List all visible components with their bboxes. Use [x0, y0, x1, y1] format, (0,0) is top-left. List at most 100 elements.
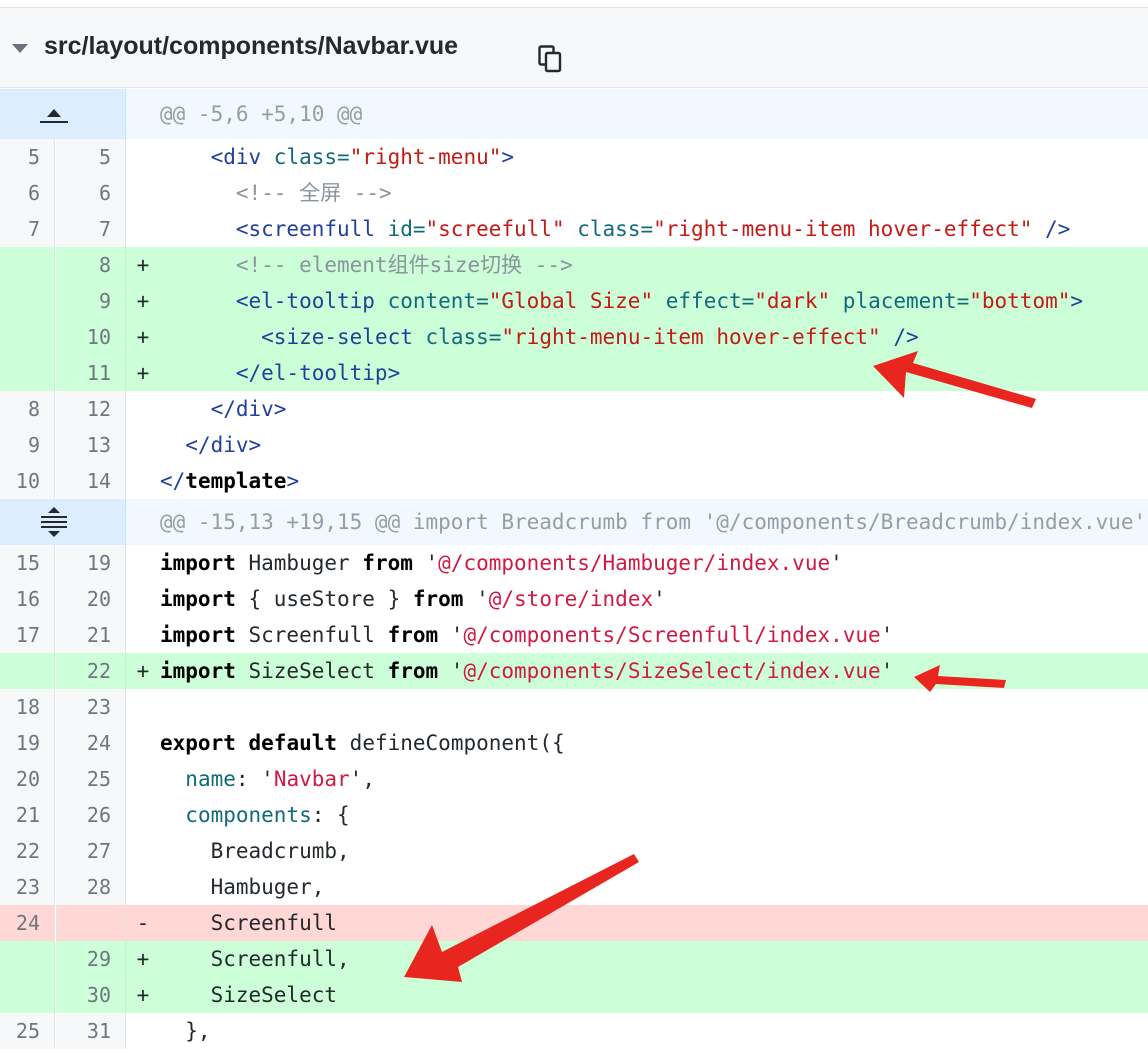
new-line-number[interactable]: 13 [56, 427, 126, 463]
code-line: + </el-tooltip> [126, 355, 1148, 391]
old-line-number[interactable]: 25 [0, 1013, 55, 1049]
expand-up-button[interactable] [0, 89, 126, 139]
addition-marker: + [136, 659, 150, 683]
old-line-number[interactable]: 17 [0, 617, 55, 653]
new-line-number[interactable] [56, 905, 126, 941]
diff-line: 24 - Screenfull [0, 905, 1148, 941]
new-line-number[interactable]: 11 [56, 355, 126, 391]
old-line-number[interactable]: 18 [0, 689, 55, 725]
code-token: }, [160, 1019, 211, 1043]
old-line-number[interactable] [0, 653, 55, 689]
diff-line: 25 31 }, [0, 1013, 1148, 1049]
expand-both-button[interactable] [0, 499, 126, 545]
new-line-number[interactable]: 26 [56, 797, 126, 833]
context-marker [126, 797, 160, 833]
new-line-number[interactable]: 22 [56, 653, 126, 689]
new-line-number[interactable]: 14 [56, 463, 126, 499]
old-line-number[interactable]: 19 [0, 725, 55, 761]
old-line-number[interactable]: 24 [0, 905, 55, 941]
code-token: from [362, 551, 413, 575]
new-line-number[interactable]: 27 [56, 833, 126, 869]
code-token: from [387, 659, 439, 683]
context-marker [126, 761, 160, 797]
old-line-number[interactable]: 9 [0, 427, 55, 463]
code-token: @/components/SizeSelect/index.vue [463, 659, 881, 683]
file-path[interactable]: src/layout/components/Navbar.vue [44, 32, 458, 61]
code-token: <!-- 全屏 --> [235, 181, 392, 205]
new-line-number[interactable]: 5 [56, 139, 126, 175]
caret-down-icon[interactable] [12, 44, 28, 53]
code-token: "right-menu-item hover-effect" [501, 325, 881, 349]
old-line-number[interactable]: 6 [0, 175, 55, 211]
top-border [0, 0, 1148, 8]
code-token: ' [880, 623, 894, 647]
context-marker [126, 211, 160, 247]
code-token: > [501, 145, 515, 169]
old-line-number[interactable]: 15 [0, 545, 55, 581]
deletion-marker: - [136, 911, 150, 935]
new-line-number[interactable]: 24 [56, 725, 126, 761]
code-token: { useStore } [235, 587, 413, 611]
old-line-number[interactable] [0, 977, 55, 1013]
new-line-number[interactable]: 19 [56, 545, 126, 581]
new-line-number[interactable]: 9 [56, 283, 126, 319]
code-line: </template> [126, 463, 1148, 499]
code-token: </el-tooltip> [235, 361, 401, 385]
code-line: }, [126, 1013, 1148, 1049]
code-line: + <!-- element组件size切换 --> [126, 247, 1148, 283]
code-line: import { useStore } from '@/store/index' [126, 581, 1148, 617]
code-token: </ [160, 469, 186, 493]
addition-marker: + [136, 947, 150, 971]
old-line-number[interactable]: 23 [0, 869, 55, 905]
old-line-number[interactable] [0, 941, 55, 977]
diff-line: 9 13 </div> [0, 427, 1148, 463]
diff-line: 19 24 export default defineComponent({ [0, 725, 1148, 761]
old-line-number[interactable]: 7 [0, 211, 55, 247]
old-line-number[interactable] [0, 319, 55, 355]
context-marker [126, 725, 160, 761]
copy-icon[interactable] [538, 45, 562, 73]
new-line-number[interactable]: 8 [56, 247, 126, 283]
old-line-number[interactable]: 8 [0, 391, 55, 427]
new-line-number[interactable]: 25 [56, 761, 126, 797]
context-marker [126, 833, 160, 869]
old-line-number[interactable]: 16 [0, 581, 55, 617]
diff-line: 30 + SizeSelect [0, 977, 1148, 1013]
new-line-number[interactable]: 28 [56, 869, 126, 905]
code-token: class= [273, 145, 350, 169]
new-line-number[interactable]: 10 [56, 319, 126, 355]
new-line-number[interactable]: 6 [56, 175, 126, 211]
diff-line: 8 + <!-- element组件size切换 --> [0, 247, 1148, 283]
old-line-number[interactable]: 5 [0, 139, 55, 175]
code-token: <screenfull [235, 217, 388, 241]
code-token: class= [425, 325, 502, 349]
old-line-number[interactable]: 20 [0, 761, 55, 797]
context-marker [126, 463, 160, 499]
old-line-number[interactable]: 22 [0, 833, 55, 869]
code-token: SizeSelect [160, 983, 338, 1007]
old-line-number[interactable]: 21 [0, 797, 55, 833]
code-token: </div> [210, 397, 287, 421]
code-token: : ' [235, 767, 274, 791]
new-line-number[interactable]: 31 [56, 1013, 126, 1049]
old-line-number[interactable] [0, 355, 55, 391]
new-line-number[interactable]: 7 [56, 211, 126, 247]
code-line: Breadcrumb, [126, 833, 1148, 869]
new-line-number[interactable]: 29 [56, 941, 126, 977]
new-line-number[interactable]: 12 [56, 391, 126, 427]
new-line-number[interactable]: 21 [56, 617, 126, 653]
new-line-number[interactable]: 30 [56, 977, 126, 1013]
new-line-number[interactable]: 23 [56, 689, 126, 725]
code-token: ', [349, 767, 375, 791]
expand-both-icon [41, 507, 67, 537]
code-token: <!-- element组件size切换 --> [235, 253, 573, 277]
old-line-number[interactable] [0, 283, 55, 319]
code-token: > [1070, 289, 1084, 313]
old-line-number[interactable] [0, 247, 55, 283]
old-line-number[interactable]: 10 [0, 463, 55, 499]
context-marker [126, 689, 160, 725]
new-line-number[interactable]: 20 [56, 581, 126, 617]
